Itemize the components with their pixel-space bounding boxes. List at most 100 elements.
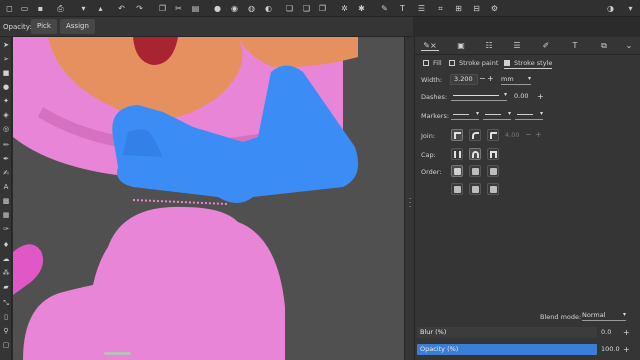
calligraphy-icon[interactable]: ✍ (2, 169, 10, 177)
3d-box-icon[interactable]: ◈ (2, 111, 10, 119)
opacity-value[interactable]: 100.0 (601, 344, 620, 355)
duplicate-icon[interactable]: ❏ (285, 4, 294, 13)
tab-stroke-style[interactable]: Stroke style (504, 58, 553, 69)
text-tool-icon[interactable]: A (2, 183, 10, 191)
unlink-clone-icon[interactable]: ❒ (318, 4, 327, 13)
more-icon[interactable]: ▾ (626, 4, 635, 13)
blur-slider[interactable]: Blur (%) (417, 327, 597, 338)
assign-button[interactable]: Assign (60, 19, 95, 34)
width-increment-button[interactable]: + (487, 75, 494, 83)
objects-tab-icon[interactable]: ☷ (483, 41, 495, 51)
import-icon[interactable]: ▾ (79, 4, 88, 13)
snap-toggle-icon[interactable]: ◑ (606, 4, 615, 13)
zoom-selection-icon[interactable]: ● (213, 4, 222, 13)
print-icon[interactable]: ⎙ (56, 4, 65, 13)
layers-icon[interactable]: ☰ (417, 4, 426, 13)
panel-divider[interactable]: · · · (404, 37, 414, 360)
export-icon[interactable]: ▴ (96, 4, 105, 13)
selector-icon[interactable]: ➤ (2, 41, 10, 49)
miter-limit-value[interactable]: 4.00 (505, 130, 519, 141)
tab-fill[interactable]: Fill (423, 58, 442, 69)
measure-icon[interactable]: ▯ (2, 313, 10, 321)
xml-editor-tab-icon[interactable]: ✐ (540, 41, 552, 51)
undo-icon[interactable]: ↶ (117, 4, 126, 13)
tweak-icon[interactable]: ☁ (2, 255, 10, 263)
join-bevel-button[interactable] (487, 129, 499, 141)
join-miter-button[interactable] (451, 129, 463, 141)
xml-editor-icon[interactable]: ⌗ (436, 4, 445, 13)
miter-increment-button[interactable]: + (535, 131, 542, 139)
dash-offset-value[interactable]: 0.00 (514, 91, 528, 102)
export-tab-icon[interactable]: ⧉ (598, 41, 610, 51)
cut-icon[interactable]: ✂ (174, 4, 183, 13)
paste-icon[interactable]: ▤ (191, 4, 200, 13)
mesh-icon[interactable]: ▦ (2, 211, 10, 219)
layers-tab-icon[interactable]: ☰ (511, 41, 523, 51)
rectangle-icon[interactable]: ■ (2, 69, 10, 77)
star-icon[interactable]: ✦ (2, 97, 10, 105)
text-font-tab-icon[interactable]: T (569, 41, 581, 51)
save-icon[interactable]: ▪ (36, 4, 45, 13)
dash-pattern-select[interactable]: ▾ (451, 90, 507, 101)
dash-offset-increment-button[interactable]: + (537, 93, 544, 101)
group-icon[interactable]: ✲ (340, 4, 349, 13)
node-icon[interactable]: ➢ (2, 55, 10, 63)
fill-stroke-tab-icon[interactable]: ✎× (421, 41, 439, 51)
width-unit-select[interactable]: mm ▾ (501, 74, 531, 85)
pages-icon[interactable]: ▢ (2, 341, 10, 349)
pink-side-shape[interactable] (13, 244, 44, 295)
blend-mode-select[interactable]: Normal ▾ (582, 310, 626, 321)
zoom-icon[interactable]: ⚲ (2, 327, 10, 335)
cap-round-button[interactable] (469, 148, 481, 160)
zoom-page-icon[interactable]: ◍ (247, 4, 256, 13)
fill-stroke-icon[interactable]: ✎ (380, 4, 389, 13)
paint-bucket-icon[interactable]: ♦ (2, 241, 10, 249)
eraser-icon[interactable]: ▰ (2, 283, 10, 291)
ellipse-icon[interactable]: ● (2, 83, 10, 91)
connector-icon[interactable]: ⤡ (2, 299, 10, 307)
join-round-button[interactable] (469, 129, 481, 141)
horizontal-scrollbar[interactable] (104, 352, 131, 355)
order-stroke-fill-markers-button[interactable] (469, 165, 481, 177)
order-fill-markers-stroke-button[interactable] (487, 165, 499, 177)
pen-icon[interactable]: ✒ (2, 155, 10, 163)
drag-handle-icon[interactable]: · · · (409, 196, 411, 211)
ungroup-icon[interactable]: ✱ (357, 4, 366, 13)
order-fill-stroke-markers-button[interactable] (451, 165, 463, 177)
redo-icon[interactable]: ↷ (135, 4, 144, 13)
spray-icon[interactable]: ⁂ (2, 269, 10, 277)
end-marker-select[interactable]: ▾ (515, 109, 543, 120)
spiral-icon[interactable]: ◎ (2, 125, 10, 133)
document-properties-icon[interactable]: ⊟ (472, 4, 481, 13)
order-stroke-markers-fill-button[interactable] (469, 183, 481, 195)
open-icon[interactable]: ▭ (20, 4, 29, 13)
dropper-icon[interactable]: ✑ (2, 225, 10, 233)
width-decrement-button[interactable]: − (479, 75, 486, 83)
blur-value[interactable]: 0.0 (601, 327, 611, 338)
preferences-icon[interactable]: ⚙ (490, 4, 499, 13)
opacity-increment-button[interactable]: + (623, 346, 630, 354)
copy-icon[interactable]: ❐ (158, 4, 167, 13)
text-icon[interactable]: T (398, 4, 407, 13)
pick-button[interactable]: Pick (31, 19, 57, 34)
mid-marker-select[interactable]: ▾ (483, 109, 511, 120)
miter-decrement-button[interactable]: − (525, 131, 532, 139)
start-marker-select[interactable]: ▾ (451, 109, 479, 120)
pencil-icon[interactable]: ✏ (2, 141, 10, 149)
gradient-icon[interactable]: ▩ (2, 197, 10, 205)
selection-path[interactable] (132, 199, 229, 205)
blur-increment-button[interactable]: + (623, 329, 630, 337)
align-icon[interactable]: ⊞ (454, 4, 463, 13)
cap-butt-button[interactable] (451, 148, 463, 160)
zoom-drawing-icon[interactable]: ◉ (230, 4, 239, 13)
zoom-page-width-icon[interactable]: ◐ (264, 4, 273, 13)
drawing-canvas[interactable] (13, 37, 404, 360)
clone-icon[interactable]: ❑ (302, 4, 311, 13)
pink-lower-body-shape[interactable] (23, 206, 285, 360)
order-markers-stroke-fill-button[interactable] (487, 183, 499, 195)
more-tab-icon[interactable]: ⌄ (623, 41, 635, 51)
tab-stroke-paint[interactable]: Stroke paint (449, 58, 498, 69)
document-properties-tab-icon[interactable]: ▣ (455, 41, 467, 51)
order-markers-fill-stroke-button[interactable] (451, 183, 463, 195)
width-input[interactable]: 3.200 (450, 74, 478, 85)
